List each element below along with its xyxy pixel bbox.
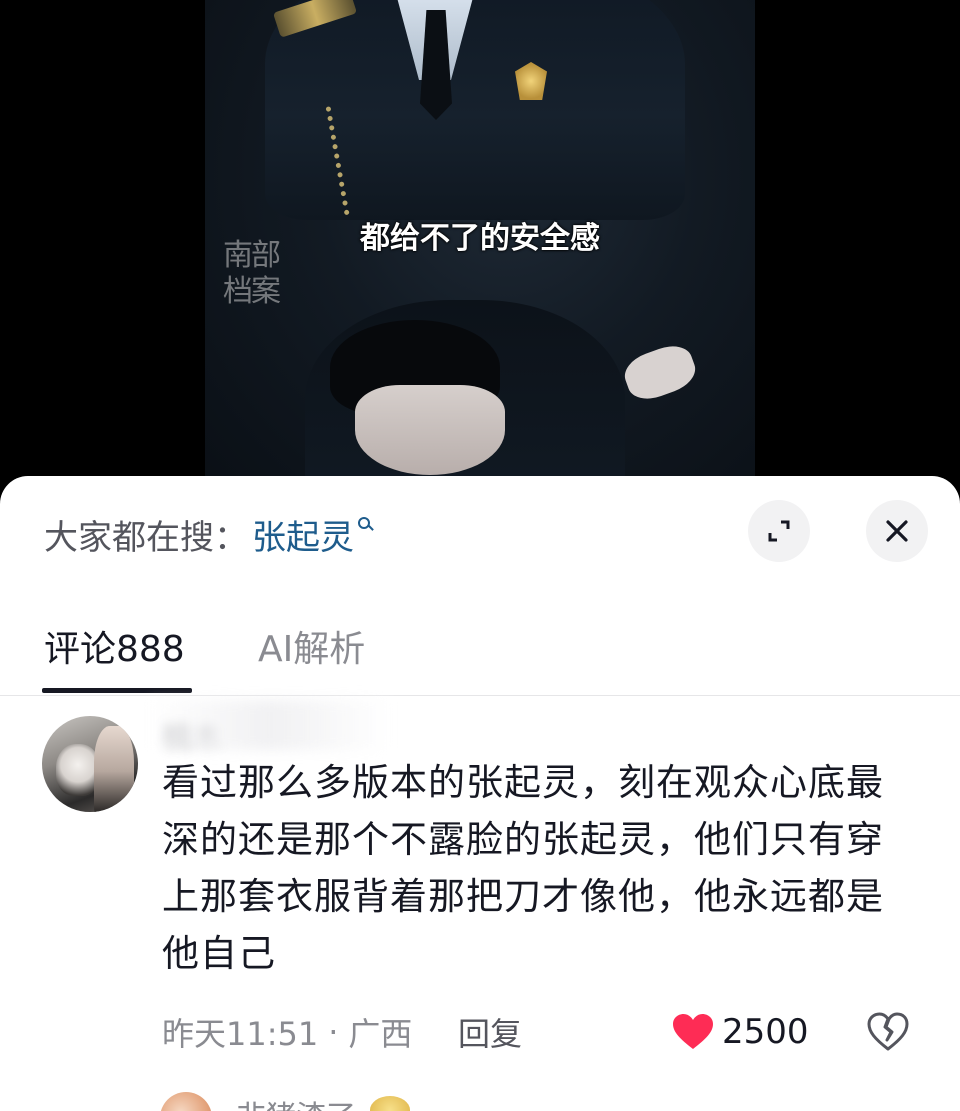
like-count: 2500 bbox=[722, 1012, 809, 1052]
tab-ai-analysis[interactable]: AI解析 bbox=[258, 620, 365, 672]
broken-heart-icon[interactable] bbox=[866, 1010, 910, 1054]
like-button[interactable]: 2500 bbox=[672, 1008, 809, 1056]
reply-button[interactable]: 回复 bbox=[458, 1010, 522, 1054]
video-subtitle: 都给不了的安全感 bbox=[360, 221, 600, 256]
meta-separator: · bbox=[328, 1013, 339, 1051]
comment-username-next[interactable]: 非猪渣了 bbox=[236, 1092, 356, 1111]
search-suggestion[interactable]: 大家都在搜： 张起灵 bbox=[44, 510, 374, 559]
close-button[interactable] bbox=[866, 500, 928, 562]
tab-bar: 评论888 AI解析 bbox=[0, 616, 960, 696]
comment-time: 昨天11:51 bbox=[162, 1015, 319, 1053]
badge-icon bbox=[370, 1096, 410, 1111]
comment-location: 广西 bbox=[348, 1015, 413, 1053]
video-stage[interactable]: 南部档案 都给不了的安全感 bbox=[0, 0, 960, 500]
avatar-next[interactable] bbox=[160, 1092, 212, 1111]
close-icon bbox=[886, 520, 908, 542]
video-hand bbox=[619, 339, 701, 406]
video-frame[interactable]: 南部档案 都给不了的安全感 bbox=[205, 0, 755, 500]
heart-icon bbox=[673, 1014, 713, 1049]
avatar[interactable] bbox=[42, 716, 138, 812]
expand-button[interactable] bbox=[748, 500, 810, 562]
tab-comments[interactable]: 评论888 bbox=[44, 620, 185, 672]
video-face bbox=[355, 385, 505, 475]
comment-meta: 昨天11:51 · 广西 bbox=[162, 1010, 412, 1054]
comment-text: 看过那么多版本的张起灵，刻在观众心底最深的还是那个不露脸的张起灵，他们只有穿上那… bbox=[162, 761, 884, 975]
comment-sheet: 大家都在搜： 张起灵 评论888 AI解析 楠木 看过那么多版本的张起灵，刻在观… bbox=[0, 476, 960, 1111]
search-suggestion-prefix: 大家都在搜： bbox=[44, 517, 248, 558]
search-suggestion-keyword[interactable]: 张起灵 bbox=[252, 510, 354, 559]
search-icon bbox=[358, 517, 374, 533]
username-blur-mask bbox=[150, 700, 390, 750]
expand-icon bbox=[768, 520, 790, 542]
tab-active-indicator bbox=[42, 688, 192, 693]
